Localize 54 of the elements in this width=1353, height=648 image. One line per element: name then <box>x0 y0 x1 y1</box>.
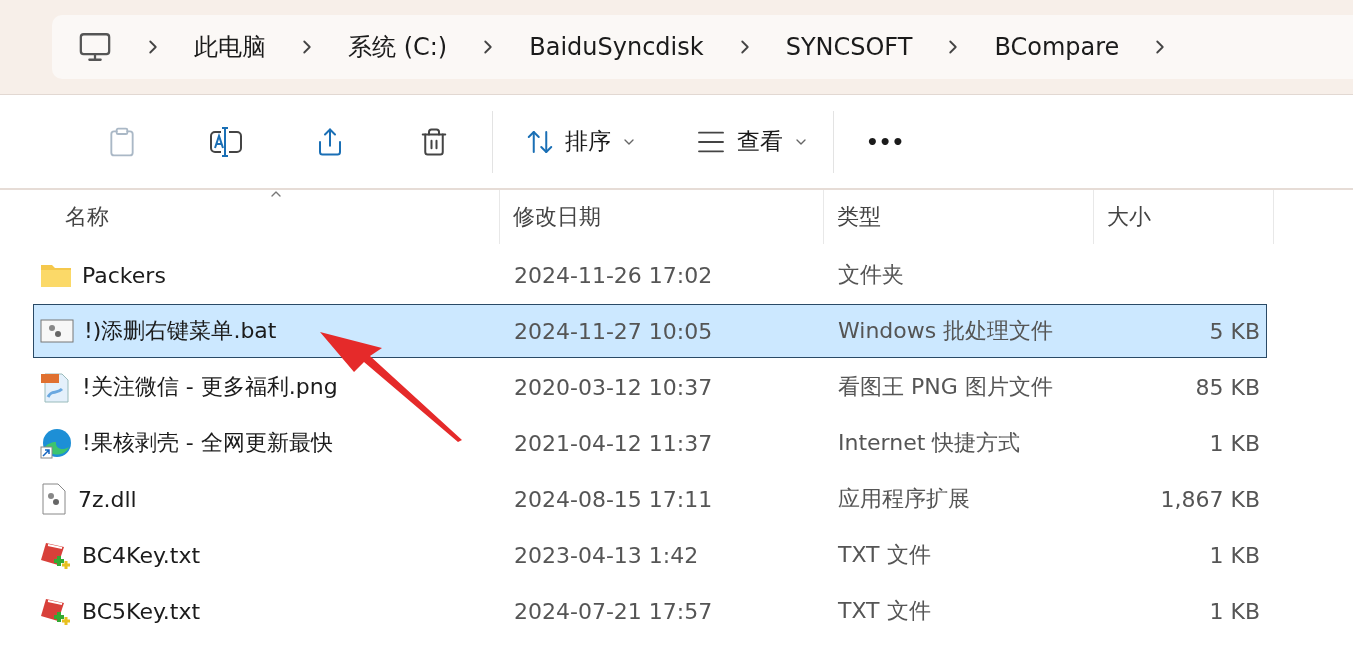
breadcrumb-item[interactable]: BaiduSyncdisk <box>529 33 704 61</box>
file-size: 1 KB <box>1209 430 1261 456</box>
file-name: BC4Key.txt <box>82 542 201 568</box>
file-name: BC5Key.txt <box>82 598 201 624</box>
file-type: TXT 文件 <box>837 597 932 625</box>
modified-date: 2023-04-13 1:42 <box>513 542 700 568</box>
file-type: 看图王 PNG 图片文件 <box>837 373 1054 401</box>
file-name: !果核剥壳 - 全网更新最快 <box>82 429 333 457</box>
file-row[interactable]: Packers 2024-11-26 17:02 文件夹 <box>33 248 1267 302</box>
folder-icon <box>40 262 72 288</box>
breadcrumb-item[interactable]: 系统 (C:) <box>348 31 448 63</box>
file-row[interactable]: BC4Key.txt 2023-04-13 1:42 TXT 文件 1 KB <box>33 528 1267 582</box>
file-size: 1 KB <box>1209 598 1261 624</box>
breadcrumb-item[interactable]: BCompare <box>994 33 1120 61</box>
view-button[interactable]: 查看 <box>677 111 827 172</box>
file-row[interactable]: !)添删右键菜单.bat 2024-11-27 10:05 Windows 批处理文件 5 KB <box>33 304 1267 358</box>
file-type: Windows 批处理文件 <box>837 317 1055 345</box>
file-type: Internet 快捷方式 <box>837 429 1022 457</box>
modified-date: 2024-07-21 17:57 <box>513 598 714 624</box>
more-button[interactable]: ••• <box>848 111 923 172</box>
column-header[interactable]: 名称 <box>0 190 500 244</box>
file-size: 5 KB <box>1209 318 1261 344</box>
file-name: Packers <box>82 262 166 288</box>
breadcrumb-item[interactable]: SYNCSOFT <box>785 33 913 61</box>
file-size: 85 KB <box>1195 374 1261 400</box>
file-type: 应用程序扩展 <box>837 485 971 513</box>
file-row[interactable]: 7z.dll 2024-08-15 17:11 应用程序扩展 1,867 KB <box>33 472 1267 526</box>
file-size: 1 KB <box>1209 542 1261 568</box>
column-header[interactable]: 类型 <box>824 190 1094 244</box>
file-type: TXT 文件 <box>837 541 932 569</box>
file-name: !关注微信 - 更多福利.png <box>82 373 338 401</box>
column-header[interactable]: 大小 <box>1094 190 1274 244</box>
gears-window-icon <box>40 318 74 344</box>
trash-icon <box>419 126 449 157</box>
file-name: 7z.dll <box>78 486 137 512</box>
file-name: !)添删右键菜单.bat <box>84 317 277 345</box>
modified-date: 2020-03-12 10:37 <box>513 374 714 400</box>
file-size: 1,867 KB <box>1160 486 1261 512</box>
modified-date: 2024-11-26 17:02 <box>513 262 714 288</box>
sort-button[interactable]: 排序 <box>507 111 655 172</box>
browser-shortcut-icon <box>40 427 72 459</box>
modified-date: 2024-08-15 17:11 <box>513 486 714 512</box>
image-file-icon <box>40 371 72 403</box>
file-type: 文件夹 <box>837 261 905 289</box>
file-row[interactable]: BC5Key.txt 2024-07-21 17:57 TXT 文件 1 KB <box>33 584 1267 638</box>
gears-file-icon <box>40 483 68 515</box>
file-row[interactable]: !关注微信 - 更多福利.png 2020-03-12 10:37 看图王 PNG 图片文件 85 KB <box>33 360 1267 414</box>
breadcrumb-item[interactable]: 此电脑 <box>194 31 266 63</box>
rename-icon <box>209 125 243 158</box>
modified-date: 2024-11-27 10:05 <box>513 318 714 344</box>
computer-icon[interactable] <box>78 30 112 64</box>
column-header[interactable]: 修改日期 <box>500 190 824 244</box>
file-row[interactable]: !果核剥壳 - 全网更新最快 2021-04-12 11:37 Internet 快捷方式 1 KB <box>33 416 1267 470</box>
modified-date: 2021-04-12 11:37 <box>513 430 714 456</box>
